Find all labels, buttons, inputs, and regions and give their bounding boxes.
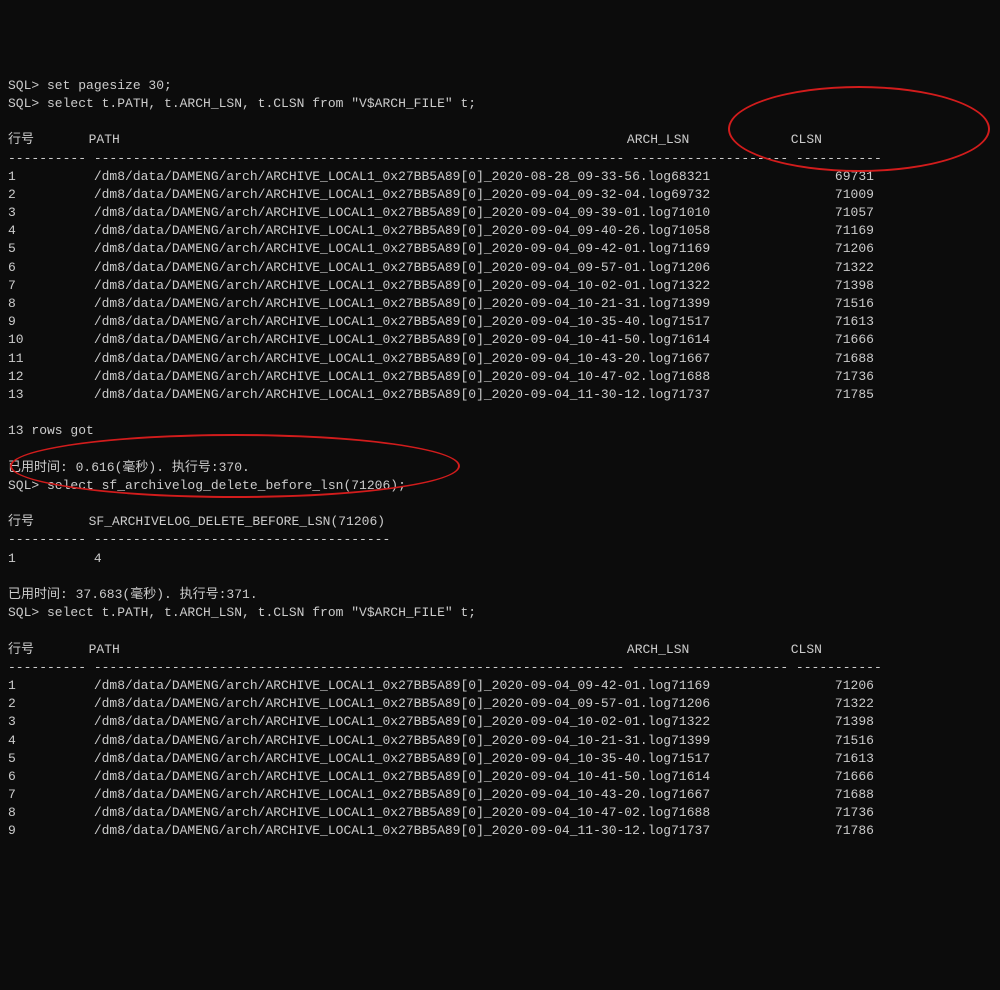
terminal-line <box>8 404 992 422</box>
terminal-line: SQL> set pagesize 30; <box>8 77 992 95</box>
terminal-line: 4 /dm8/data/DAMENG/arch/ARCHIVE_LOCAL1_0… <box>8 222 992 240</box>
terminal-line: 9 /dm8/data/DAMENG/arch/ARCHIVE_LOCAL1_0… <box>8 313 992 331</box>
terminal-output: SQL> set pagesize 30;SQL> select t.PATH,… <box>8 77 992 841</box>
terminal-line <box>8 568 992 586</box>
terminal-line: 3 /dm8/data/DAMENG/arch/ARCHIVE_LOCAL1_0… <box>8 204 992 222</box>
terminal-line: 行号 PATH ARCH_LSN CLSN <box>8 641 992 659</box>
terminal-line: ---------- -----------------------------… <box>8 531 992 549</box>
terminal-line: SQL> select t.PATH, t.ARCH_LSN, t.CLSN f… <box>8 95 992 113</box>
terminal-line: 2 /dm8/data/DAMENG/arch/ARCHIVE_LOCAL1_0… <box>8 186 992 204</box>
terminal-line: 9 /dm8/data/DAMENG/arch/ARCHIVE_LOCAL1_0… <box>8 822 992 840</box>
terminal-line <box>8 495 992 513</box>
terminal-line: 1 4 <box>8 550 992 568</box>
terminal-line <box>8 441 992 459</box>
terminal-line: 7 /dm8/data/DAMENG/arch/ARCHIVE_LOCAL1_0… <box>8 277 992 295</box>
terminal-line: 8 /dm8/data/DAMENG/arch/ARCHIVE_LOCAL1_0… <box>8 295 992 313</box>
terminal-line: 2 /dm8/data/DAMENG/arch/ARCHIVE_LOCAL1_0… <box>8 695 992 713</box>
terminal-line: ---------- -----------------------------… <box>8 150 992 168</box>
terminal-line: 11 /dm8/data/DAMENG/arch/ARCHIVE_LOCAL1_… <box>8 350 992 368</box>
terminal-line: 8 /dm8/data/DAMENG/arch/ARCHIVE_LOCAL1_0… <box>8 804 992 822</box>
terminal-line <box>8 113 992 131</box>
terminal-line: 13 /dm8/data/DAMENG/arch/ARCHIVE_LOCAL1_… <box>8 386 992 404</box>
terminal-line: 13 rows got <box>8 422 992 440</box>
terminal-line: SQL> select t.PATH, t.ARCH_LSN, t.CLSN f… <box>8 604 992 622</box>
terminal-line: 已用时间: 37.683(毫秒). 执行号:371. <box>8 586 992 604</box>
terminal-line: ---------- -----------------------------… <box>8 659 992 677</box>
terminal-line: 5 /dm8/data/DAMENG/arch/ARCHIVE_LOCAL1_0… <box>8 240 992 258</box>
terminal-line: 4 /dm8/data/DAMENG/arch/ARCHIVE_LOCAL1_0… <box>8 732 992 750</box>
terminal-line: 1 /dm8/data/DAMENG/arch/ARCHIVE_LOCAL1_0… <box>8 168 992 186</box>
terminal-line: 行号 SF_ARCHIVELOG_DELETE_BEFORE_LSN(71206… <box>8 513 992 531</box>
terminal-line: 已用时间: 0.616(毫秒). 执行号:370. <box>8 459 992 477</box>
terminal-line: 5 /dm8/data/DAMENG/arch/ARCHIVE_LOCAL1_0… <box>8 750 992 768</box>
terminal-line: 行号 PATH ARCH_LSN CLSN <box>8 131 992 149</box>
terminal-line: SQL> select sf_archivelog_delete_before_… <box>8 477 992 495</box>
terminal-line: 10 /dm8/data/DAMENG/arch/ARCHIVE_LOCAL1_… <box>8 331 992 349</box>
terminal-line: 7 /dm8/data/DAMENG/arch/ARCHIVE_LOCAL1_0… <box>8 786 992 804</box>
terminal-line: 3 /dm8/data/DAMENG/arch/ARCHIVE_LOCAL1_0… <box>8 713 992 731</box>
terminal-line: 6 /dm8/data/DAMENG/arch/ARCHIVE_LOCAL1_0… <box>8 259 992 277</box>
terminal-line: 12 /dm8/data/DAMENG/arch/ARCHIVE_LOCAL1_… <box>8 368 992 386</box>
terminal-line: 6 /dm8/data/DAMENG/arch/ARCHIVE_LOCAL1_0… <box>8 768 992 786</box>
terminal-line: 1 /dm8/data/DAMENG/arch/ARCHIVE_LOCAL1_0… <box>8 677 992 695</box>
terminal-line <box>8 622 992 640</box>
